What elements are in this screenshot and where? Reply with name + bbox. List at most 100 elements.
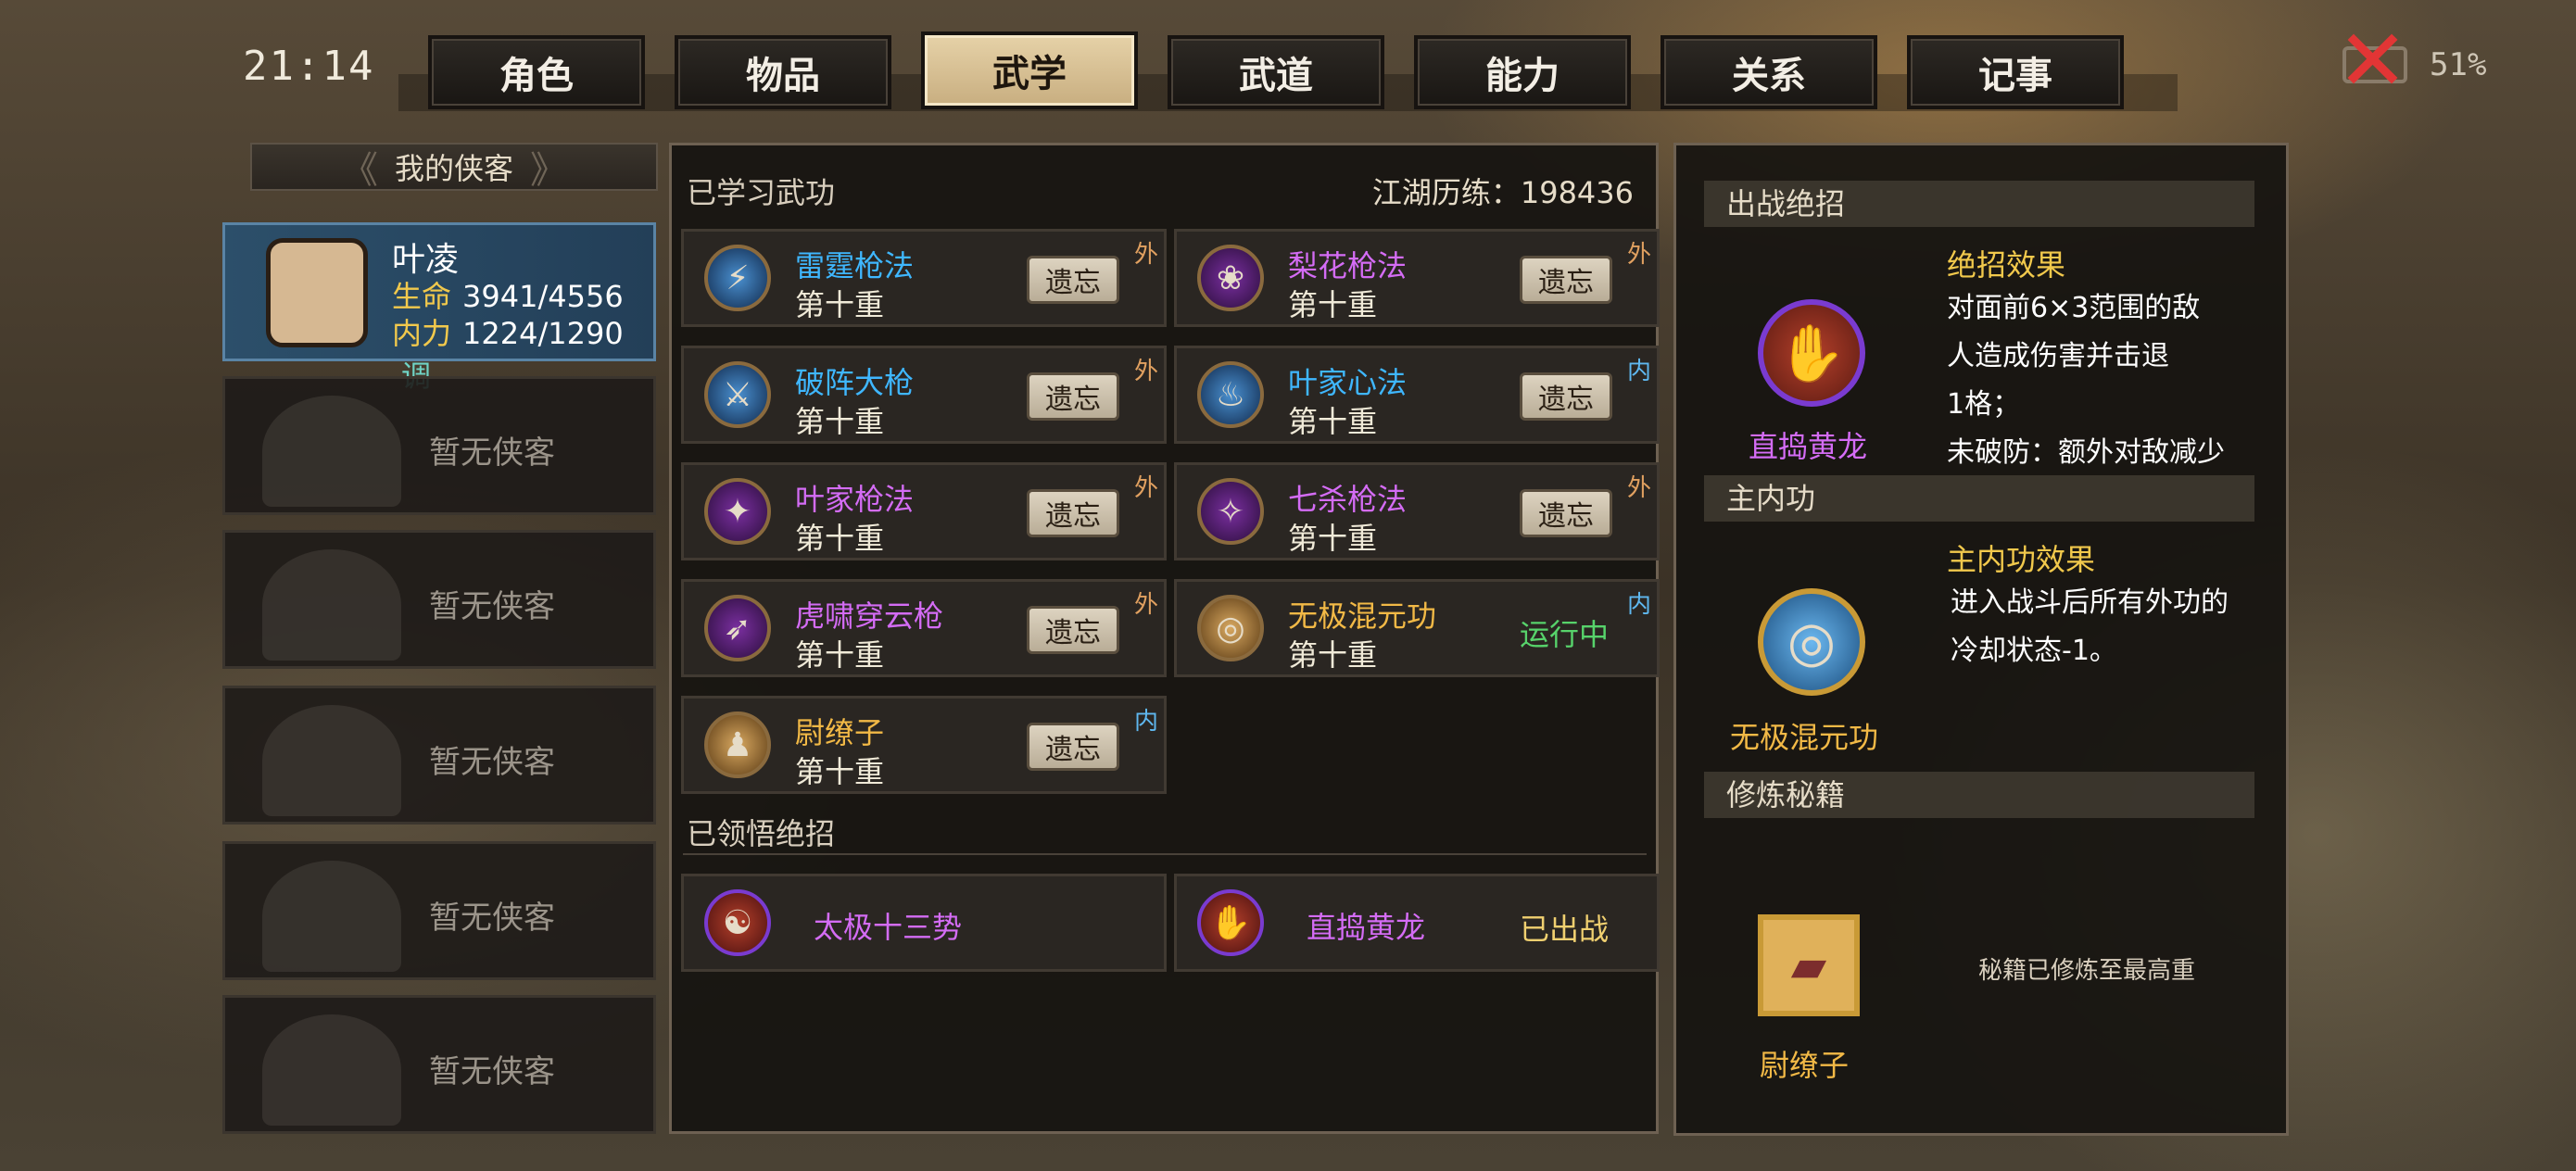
tab-3[interactable]: 武学 xyxy=(921,31,1138,109)
taiji-icon: ☯ xyxy=(704,889,771,956)
tiger-spear-icon: ➶ xyxy=(704,595,771,661)
empty-slot-label: 暂无侠客 xyxy=(429,434,555,472)
book-sage-icon: ♟ xyxy=(704,711,771,778)
skill-level: 第十重 xyxy=(1288,637,1378,673)
effect-line: 冷却状态-1。 xyxy=(1951,635,2117,667)
forget-button[interactable]: 遗忘 xyxy=(1520,489,1612,537)
party-title: 《 我的侠客 》 xyxy=(250,143,658,192)
effect-line: 进入战斗后所有外功的 xyxy=(1951,586,2229,619)
empty-slot-label: 暂无侠客 xyxy=(429,744,555,781)
martial-arts-panel: 已学习武功 江湖历练：198436 ⚡ 雷霆枪法 第十重 遗忘外 ❀ 梨花枪法 第十重 遗忘外… xyxy=(669,143,1660,1134)
skill-name: 虎啸穿云枪 xyxy=(795,598,944,634)
main-inner-name: 无极混元功 xyxy=(1730,720,1879,755)
party-title-label: 我的侠客 xyxy=(394,151,513,186)
party-slot-empty[interactable]: 暂无侠客 xyxy=(222,376,656,515)
skill-card[interactable]: ➶ 虎啸穿云枪 第十重 遗忘外 xyxy=(681,579,1167,677)
tab-5[interactable]: 能力 xyxy=(1414,35,1631,109)
skill-card[interactable]: ✦ 叶家枪法 第十重 遗忘外 xyxy=(681,462,1167,560)
jianghu-value: 198436 xyxy=(1520,175,1634,210)
forget-button[interactable]: 遗忘 xyxy=(1027,372,1119,421)
party-slot-empty[interactable]: 暂无侠客 xyxy=(222,530,656,669)
skill-type-tag: 外 xyxy=(1626,474,1651,502)
skill-name: 七杀枪法 xyxy=(1288,482,1408,517)
swirl-icon: ◎ xyxy=(1197,595,1264,661)
jianghu-label: 江湖历练： xyxy=(1371,175,1521,210)
tab-4[interactable]: 武道 xyxy=(1168,35,1384,109)
skill-card[interactable]: ✧ 七杀枪法第十重 遗忘外 xyxy=(1174,462,1660,560)
book-header: 修炼秘籍 xyxy=(1704,772,2254,818)
skill-level: 第十重 xyxy=(1288,404,1378,439)
main-inner-header: 主内功 xyxy=(1704,475,2254,522)
battle-skill-header: 出战绝招 xyxy=(1704,181,2254,227)
forget-button[interactable]: 遗忘 xyxy=(1027,489,1119,537)
skill-type-tag: 内 xyxy=(1626,358,1651,385)
mp-value: 1224/1290 xyxy=(462,316,624,351)
battle-skill-name: 直捣黄龙 xyxy=(1749,429,1868,464)
lightning-spear-icon: ⚡ xyxy=(704,245,771,311)
empty-slot-label: 暂无侠客 xyxy=(429,588,555,625)
tab-1[interactable]: 角色 xyxy=(428,35,645,109)
skill-card[interactable]: ⚡ 雷霆枪法 第十重 遗忘外 xyxy=(681,229,1167,327)
skill-name: 尉缭子 xyxy=(795,715,885,750)
silhouette-icon xyxy=(262,861,401,972)
effect-line: 人造成伤害并击退 xyxy=(1947,340,2169,372)
skill-level: 第十重 xyxy=(1288,521,1378,556)
skill-card[interactable]: ❀ 梨花枪法 第十重 遗忘外 xyxy=(1174,229,1660,327)
ultimate-card[interactable]: ☯ 太极十三势 xyxy=(681,874,1167,972)
skill-level: 第十重 xyxy=(795,637,885,673)
hp-label: 生命 xyxy=(392,279,452,314)
forget-button[interactable]: 遗忘 xyxy=(1520,256,1612,304)
party-slot-empty[interactable]: 暂无侠客 xyxy=(222,841,656,980)
skill-level: 第十重 xyxy=(795,521,885,556)
effect-line: 对面前6×3范围的敌 xyxy=(1947,292,2201,324)
skill-name: 叶家心法 xyxy=(1288,365,1408,400)
tab-6[interactable]: 关系 xyxy=(1661,35,1877,109)
ultimate-card[interactable]: ✋ 直捣黄龙 已出战 xyxy=(1174,874,1660,972)
divider xyxy=(683,853,1647,855)
status-time: 21:14 xyxy=(243,43,375,90)
skill-type-tag: 外 xyxy=(1626,241,1651,269)
tab-7[interactable]: 记事 xyxy=(1907,35,2124,109)
meditation-icon: ♨ xyxy=(1197,361,1264,428)
deployed-status: 已出战 xyxy=(1520,912,1610,947)
forget-button[interactable]: 遗忘 xyxy=(1027,606,1119,654)
battle-effect-title: 绝招效果 xyxy=(1947,247,2066,283)
hero-avatar xyxy=(266,238,368,347)
book-status: 秘籍已修炼至最高重 xyxy=(1978,957,2196,985)
party-slot-hero[interactable]: 叶凌 生命3941/4556 内力1224/1290调 xyxy=(222,222,656,394)
party-slot-empty[interactable]: 暂无侠客 xyxy=(222,686,656,825)
skill-type-tag: 外 xyxy=(1133,591,1158,619)
skill-card[interactable]: ⚔ 破阵大枪 第十重 遗忘外 xyxy=(681,346,1167,444)
tab-2[interactable]: 物品 xyxy=(675,35,891,109)
battery-crossed-icon: ✕ xyxy=(2337,11,2409,110)
inner-effect-text: 进入战斗后所有外功的 冷却状态-1。 xyxy=(1951,579,2229,675)
battery-percent: 51% xyxy=(2430,46,2487,83)
empty-slot-label: 暂无侠客 xyxy=(429,900,555,937)
skill-card[interactable]: ♨ 叶家心法第十重 遗忘内 xyxy=(1174,346,1660,444)
running-status: 运行中 xyxy=(1520,617,1610,652)
skill-card[interactable]: ◎ 无极混元功 第十重 运行中内 xyxy=(1174,579,1660,677)
silhouette-icon xyxy=(262,705,401,816)
pear-blossom-spear-icon: ❀ xyxy=(1197,245,1264,311)
hp-value: 3941/4556 xyxy=(462,279,624,314)
chevron-right-icon: 》 xyxy=(530,149,567,192)
claw-strike-icon: ✋ xyxy=(1197,889,1264,956)
forget-button[interactable]: 遗忘 xyxy=(1027,723,1119,771)
seven-kill-spear-icon: ✧ xyxy=(1197,478,1264,545)
silhouette-icon xyxy=(262,549,401,661)
skill-level: 第十重 xyxy=(795,287,885,322)
jianghu-experience: 江湖历练：198436 xyxy=(1372,170,1634,212)
forget-button[interactable]: 遗忘 xyxy=(1027,256,1119,304)
mp-label: 内力 xyxy=(392,316,452,351)
book-icon: ▰ xyxy=(1758,914,1860,1016)
skill-card[interactable]: ♟ 尉缭子 第十重 遗忘内 xyxy=(681,696,1167,794)
effect-line: 1格； xyxy=(1947,388,2021,421)
skill-name: 破阵大枪 xyxy=(795,365,915,400)
skill-type-tag: 外 xyxy=(1133,474,1158,502)
ye-spear-icon: ✦ xyxy=(704,478,771,545)
empty-slot-label: 暂无侠客 xyxy=(429,1053,555,1090)
forget-button[interactable]: 遗忘 xyxy=(1520,372,1612,421)
party-slot-empty[interactable]: 暂无侠客 xyxy=(222,995,656,1134)
skill-name: 梨花枪法 xyxy=(1288,248,1408,283)
swirl-icon: ◎ xyxy=(1758,588,1865,696)
